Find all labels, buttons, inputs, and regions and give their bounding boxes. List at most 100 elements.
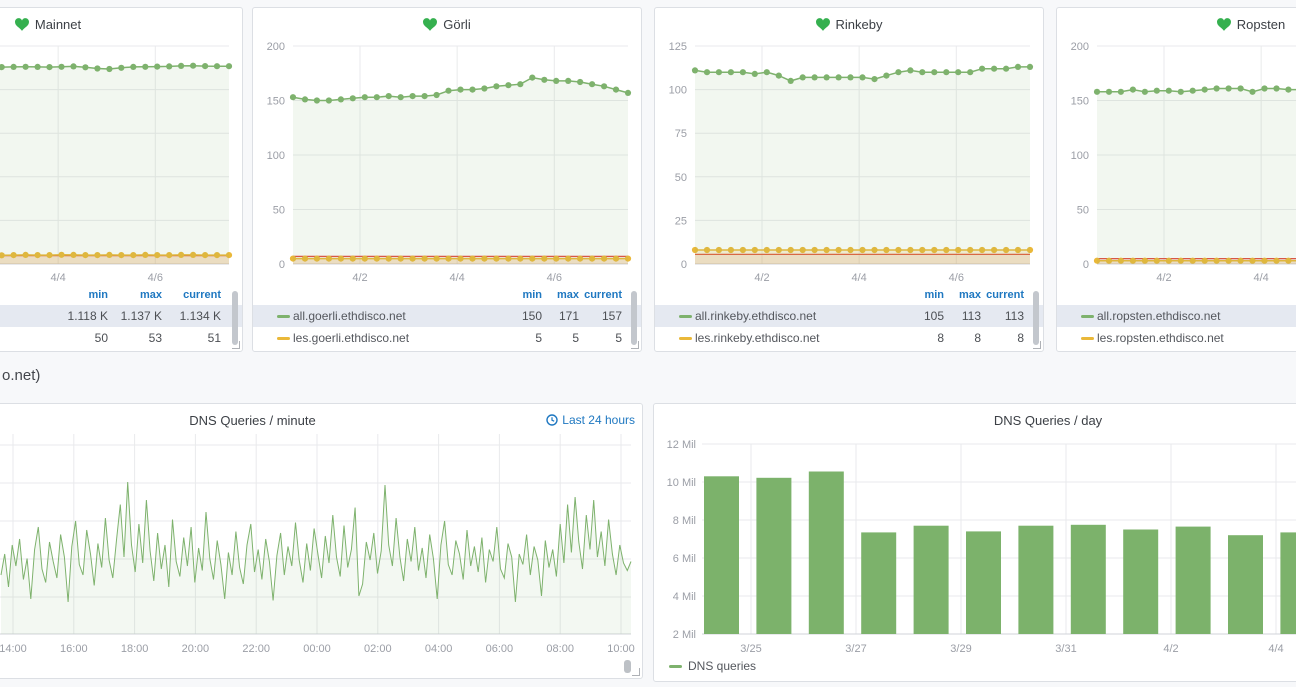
legend-series-name[interactable]: les.goerli.ethdisco.net — [293, 331, 409, 345]
panel-rinkeby: Rinkeby 12510075502504/24/44/6 minmaxcur… — [654, 7, 1044, 352]
svg-text:14:00: 14:00 — [0, 643, 27, 655]
svg-text:50: 50 — [1077, 205, 1089, 217]
svg-text:4/4: 4/4 — [51, 272, 66, 284]
svg-text:06:00: 06:00 — [486, 643, 514, 655]
legend-series-label: DNS queries — [688, 659, 756, 673]
legend-row[interactable]: all.goerli.ethdisco.net150171157 — [253, 305, 641, 327]
svg-text:3/29: 3/29 — [950, 643, 971, 655]
panel-title-dns-day[interactable]: DNS Queries / day — [654, 410, 1296, 430]
row-title-text: o.net) — [2, 367, 40, 384]
dns-day-legend[interactable]: DNS queries — [669, 659, 756, 673]
legend-scrollbar[interactable] — [1033, 291, 1039, 345]
ropsten-legend: minmaxcurrent all.ropsten.ethdisco.net les… — [1057, 289, 1296, 349]
svg-text:4/4: 4/4 — [1268, 643, 1283, 655]
svg-text:4/2: 4/2 — [1163, 643, 1178, 655]
ropsten-chart[interactable]: 2001501005004/24/44/6 — [1057, 8, 1296, 289]
svg-text:4/4: 4/4 — [450, 272, 465, 284]
legend-column-current[interactable]: current — [944, 289, 1024, 301]
panel-title-ropsten[interactable]: Ropsten — [1057, 14, 1296, 34]
panel-title-text: DNS Queries / day — [994, 413, 1102, 428]
dns-day-chart[interactable]: 12 Mil10 Mil8 Mil6 Mil4 Mil2 Mil3/253/27… — [654, 404, 1296, 683]
panel-goerli: Görli 2001501005004/24/44/6 minmaxcurren… — [252, 7, 642, 352]
mainnet-chart[interactable]: 4/44/6 — [0, 8, 244, 289]
time-range-label[interactable]: Last 24 hours — [546, 413, 635, 427]
legend-column-current[interactable]: current — [542, 289, 622, 301]
legend-series-name[interactable]: les.ropsten.ethdisco.net — [1097, 331, 1224, 345]
legend-header: minmaxcurrent — [1057, 289, 1296, 305]
svg-text:4/4: 4/4 — [852, 272, 867, 284]
legend-scrollbar[interactable] — [232, 291, 238, 345]
panel-title-text: Görli — [443, 17, 470, 32]
legend-series-name[interactable]: all.rinkeby.ethdisco.net — [695, 309, 816, 323]
panel-mainnet: Mainnet 4/44/6 minmaxcurrent1.118 K1.137… — [0, 7, 243, 352]
legend-row[interactable]: les.goerli.ethdisco.net555 — [253, 327, 641, 349]
svg-text:04:00: 04:00 — [425, 643, 453, 655]
legend-row[interactable]: 1.118 K1.137 K1.134 K — [0, 305, 242, 327]
legend-header: minmaxcurrent — [253, 289, 641, 305]
svg-text:6 Mil: 6 Mil — [673, 553, 696, 565]
legend-row[interactable]: all.rinkeby.ethdisco.net105113113 — [655, 305, 1043, 327]
legend-value: 5 — [542, 331, 622, 345]
panel-title-text: Mainnet — [35, 17, 81, 32]
health-heart-icon — [1217, 18, 1231, 31]
legend-series-name[interactable]: les.rinkeby.ethdisco.net — [695, 331, 820, 345]
svg-text:100: 100 — [669, 85, 687, 97]
svg-text:10 Mil: 10 Mil — [667, 477, 696, 489]
rinkeby-chart[interactable]: 12510075502504/24/44/6 — [655, 8, 1045, 289]
legend-series-dash — [1081, 315, 1094, 318]
legend-value: 157 — [542, 309, 622, 323]
panel-resize-handle[interactable] — [632, 668, 640, 676]
svg-text:0: 0 — [279, 259, 285, 271]
legend-series-name[interactable]: all.ropsten.ethdisco.net — [1097, 309, 1220, 323]
legend-row[interactable]: les.ropsten.ethdisco.net — [1057, 327, 1296, 349]
svg-text:0: 0 — [681, 259, 687, 271]
dashboard-row-title[interactable]: o.net) — [0, 352, 400, 402]
svg-text:100: 100 — [267, 150, 285, 162]
legend-row[interactable]: all.ropsten.ethdisco.net — [1057, 305, 1296, 327]
rinkeby-legend: minmaxcurrentall.rinkeby.ethdisco.net105… — [655, 289, 1043, 349]
legend-column-min[interactable]: min — [1266, 289, 1296, 301]
panel-resize-handle[interactable] — [232, 341, 240, 349]
goerli-chart[interactable]: 2001501005004/24/44/6 — [253, 8, 643, 289]
health-heart-icon — [15, 18, 29, 31]
scrollbar-handle[interactable] — [624, 660, 631, 673]
panel-title-rinkeby[interactable]: Rinkeby — [655, 14, 1043, 34]
legend-series-dash — [1081, 337, 1094, 340]
panel-ropsten: Ropsten 2001501005004/24/44/6 minmaxcurr… — [1056, 7, 1296, 352]
panel-dns-queries-minute: DNS Queries / minute Last 24 hours 14:00… — [0, 403, 643, 679]
svg-text:08:00: 08:00 — [546, 643, 574, 655]
svg-text:20:00: 20:00 — [182, 643, 210, 655]
panel-title-mainnet[interactable]: Mainnet — [0, 14, 242, 34]
legend-series-dash — [277, 315, 290, 318]
time-range-text: Last 24 hours — [562, 413, 635, 427]
panel-resize-handle[interactable] — [1033, 341, 1041, 349]
panel-title-text: Ropsten — [1237, 17, 1285, 32]
svg-text:4/2: 4/2 — [1156, 272, 1171, 284]
panel-title-goerli[interactable]: Görli — [253, 14, 641, 34]
legend-series-name[interactable]: all.goerli.ethdisco.net — [293, 309, 406, 323]
svg-text:100: 100 — [1071, 150, 1089, 162]
clock-icon — [546, 414, 558, 426]
health-heart-icon — [816, 18, 830, 31]
legend-row[interactable]: 505351 — [0, 327, 242, 349]
svg-text:0: 0 — [1083, 259, 1089, 271]
panel-dns-queries-day: DNS Queries / day 12 Mil10 Mil8 Mil6 Mil… — [653, 403, 1296, 682]
legend-row[interactable]: les.rinkeby.ethdisco.net888 — [655, 327, 1043, 349]
svg-text:2 Mil: 2 Mil — [673, 629, 696, 641]
goerli-legend: minmaxcurrentall.goerli.ethdisco.net1501… — [253, 289, 641, 349]
legend-column-current[interactable]: current — [141, 289, 221, 301]
legend-header: minmaxcurrent — [0, 289, 242, 305]
dns-minute-chart[interactable]: 14:0016:0018:0020:0022:0000:0002:0004:00… — [0, 404, 644, 680]
legend-scrollbar[interactable] — [631, 291, 637, 345]
panel-resize-handle[interactable] — [631, 341, 639, 349]
legend-value: 8 — [944, 331, 1024, 345]
legend-value: 51 — [141, 331, 221, 345]
svg-text:02:00: 02:00 — [364, 643, 392, 655]
svg-text:18:00: 18:00 — [121, 643, 149, 655]
legend-value: 113 — [944, 309, 1024, 323]
legend-value: 1.134 K — [141, 309, 221, 323]
legend-header: minmaxcurrent — [655, 289, 1043, 305]
mainnet-legend: minmaxcurrent1.118 K1.137 K1.134 K505351 — [0, 289, 242, 349]
svg-text:3/31: 3/31 — [1055, 643, 1076, 655]
legend-series-dash — [669, 665, 682, 668]
